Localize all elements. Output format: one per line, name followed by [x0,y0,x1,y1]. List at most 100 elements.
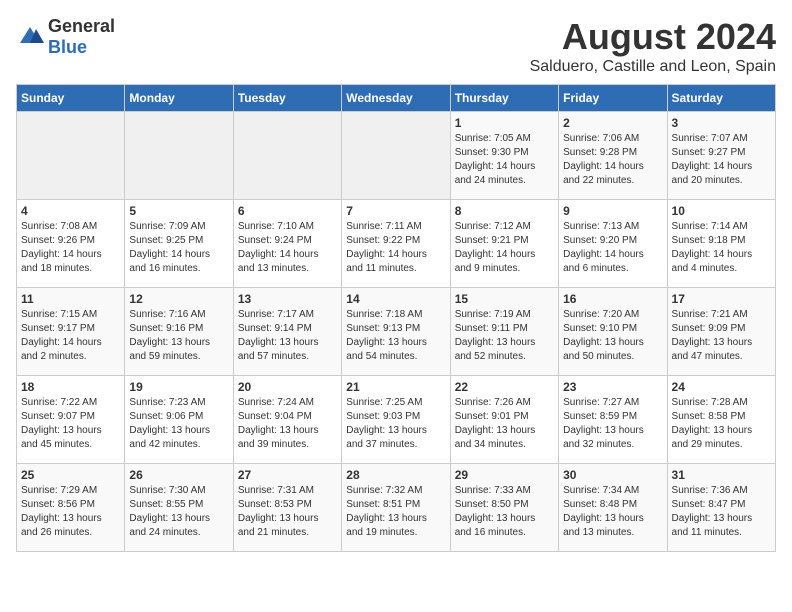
calendar-cell: 7 Sunrise: 7:11 AM Sunset: 9:22 PM Daylig… [342,200,450,288]
calendar-cell: 13 Sunrise: 7:17 AM Sunset: 9:14 PM Dayli… [233,288,341,376]
day-number: 23 [563,380,662,394]
calendar-table: SundayMondayTuesdayWednesdayThursdayFrid… [16,84,776,552]
logo-blue: Blue [48,37,87,57]
day-number: 6 [238,204,337,218]
calendar-cell [125,112,233,200]
logo-icon [16,23,44,51]
calendar-cell: 12 Sunrise: 7:16 AM Sunset: 9:16 PM Dayli… [125,288,233,376]
day-info: Sunrise: 7:24 AM Sunset: 9:04 PM Dayligh… [238,397,319,450]
calendar-cell: 29Sunrise: 7:33 AM Sunset: 8:50 PM Dayli… [450,464,558,552]
header-friday: Friday [559,85,667,112]
day-number: 20 [238,380,337,394]
day-info: Sunrise: 7:16 AM Sunset: 9:16 PM Dayligh… [129,309,210,362]
day-number: 30 [563,468,662,482]
day-number: 16 [563,292,662,306]
header-monday: Monday [125,85,233,112]
header-sunday: Sunday [17,85,125,112]
day-number: 7 [346,204,445,218]
header-thursday: Thursday [450,85,558,112]
day-info: Sunrise: 7:07 AM Sunset: 9:27 PM Dayligh… [672,133,753,186]
calendar-cell: 10Sunrise: 7:14 AM Sunset: 9:18 PM Dayli… [667,200,775,288]
day-info: Sunrise: 7:18 AM Sunset: 9:13 PM Dayligh… [346,309,427,362]
day-info: Sunrise: 7:29 AM Sunset: 8:56 PM Dayligh… [21,485,102,538]
title-block: August 2024 Salduero, Castille and Leon,… [530,16,776,76]
calendar-cell: 11Sunrise: 7:15 AM Sunset: 9:17 PM Dayli… [17,288,125,376]
day-info: Sunrise: 7:36 AM Sunset: 8:47 PM Dayligh… [672,485,753,538]
calendar-cell: 8 Sunrise: 7:12 AM Sunset: 9:21 PM Daylig… [450,200,558,288]
week-row-1: 4 Sunrise: 7:08 AM Sunset: 9:26 PM Daylig… [17,200,776,288]
day-number: 17 [672,292,771,306]
calendar-cell: 27 Sunrise: 7:31 AM Sunset: 8:53 PM Dayli… [233,464,341,552]
day-info: Sunrise: 7:13 AM Sunset: 9:20 PM Dayligh… [563,221,644,274]
day-number: 31 [672,468,771,482]
calendar-cell: 14 Sunrise: 7:18 AM Sunset: 9:13 PM Dayli… [342,288,450,376]
calendar-cell: 4 Sunrise: 7:08 AM Sunset: 9:26 PM Daylig… [17,200,125,288]
day-number: 4 [21,204,120,218]
day-info: Sunrise: 7:21 AM Sunset: 9:09 PM Dayligh… [672,309,753,362]
header-wednesday: Wednesday [342,85,450,112]
day-info: Sunrise: 7:17 AM Sunset: 9:14 PM Dayligh… [238,309,319,362]
calendar-cell: 28 Sunrise: 7:32 AM Sunset: 8:51 PM Dayli… [342,464,450,552]
calendar-cell: 24 Sunrise: 7:28 AM Sunset: 8:58 PM Dayli… [667,376,775,464]
day-number: 12 [129,292,228,306]
calendar-cell: 30 Sunrise: 7:34 AM Sunset: 8:48 PM Dayli… [559,464,667,552]
day-number: 22 [455,380,554,394]
day-number: 5 [129,204,228,218]
day-number: 18 [21,380,120,394]
day-info: Sunrise: 7:28 AM Sunset: 8:58 PM Dayligh… [672,397,753,450]
week-row-3: 18 Sunrise: 7:22 AM Sunset: 9:07 PM Dayli… [17,376,776,464]
day-info: Sunrise: 7:12 AM Sunset: 9:21 PM Dayligh… [455,221,536,274]
calendar-cell: 6Sunrise: 7:10 AM Sunset: 9:24 PM Daylig… [233,200,341,288]
calendar-cell: 31 Sunrise: 7:36 AM Sunset: 8:47 PM Dayli… [667,464,775,552]
calendar-cell: 20 Sunrise: 7:24 AM Sunset: 9:04 PM Dayli… [233,376,341,464]
day-number: 8 [455,204,554,218]
week-row-2: 11Sunrise: 7:15 AM Sunset: 9:17 PM Dayli… [17,288,776,376]
day-info: Sunrise: 7:22 AM Sunset: 9:07 PM Dayligh… [21,397,102,450]
calendar-cell: 16 Sunrise: 7:20 AM Sunset: 9:10 PM Dayli… [559,288,667,376]
day-info: Sunrise: 7:06 AM Sunset: 9:28 PM Dayligh… [563,133,644,186]
day-info: Sunrise: 7:31 AM Sunset: 8:53 PM Dayligh… [238,485,319,538]
calendar-cell: 25 Sunrise: 7:29 AM Sunset: 8:56 PM Dayli… [17,464,125,552]
day-info: Sunrise: 7:30 AM Sunset: 8:55 PM Dayligh… [129,485,210,538]
day-info: Sunrise: 7:20 AM Sunset: 9:10 PM Dayligh… [563,309,644,362]
day-number: 25 [21,468,120,482]
calendar-title: August 2024 [530,16,776,58]
day-info: Sunrise: 7:19 AM Sunset: 9:11 PM Dayligh… [455,309,536,362]
day-number: 10 [672,204,771,218]
calendar-body: 1 Sunrise: 7:05 AM Sunset: 9:30 PM Daylig… [17,112,776,552]
day-number: 24 [672,380,771,394]
calendar-cell: 23 Sunrise: 7:27 AM Sunset: 8:59 PM Dayli… [559,376,667,464]
day-number: 28 [346,468,445,482]
day-number: 2 [563,116,662,130]
day-info: Sunrise: 7:05 AM Sunset: 9:30 PM Dayligh… [455,133,536,186]
logo: General Blue [16,16,115,58]
calendar-cell: 17 Sunrise: 7:21 AM Sunset: 9:09 PM Dayli… [667,288,775,376]
calendar-subtitle: Salduero, Castille and Leon, Spain [530,58,776,76]
calendar-cell: 21 Sunrise: 7:25 AM Sunset: 9:03 PM Dayli… [342,376,450,464]
header-tuesday: Tuesday [233,85,341,112]
day-info: Sunrise: 7:26 AM Sunset: 9:01 PM Dayligh… [455,397,536,450]
day-number: 14 [346,292,445,306]
day-info: Sunrise: 7:08 AM Sunset: 9:26 PM Dayligh… [21,221,102,274]
day-info: Sunrise: 7:11 AM Sunset: 9:22 PM Dayligh… [346,221,427,274]
day-info: Sunrise: 7:23 AM Sunset: 9:06 PM Dayligh… [129,397,210,450]
calendar-cell: 19 Sunrise: 7:23 AM Sunset: 9:06 PM Dayli… [125,376,233,464]
calendar-cell: 18 Sunrise: 7:22 AM Sunset: 9:07 PM Dayli… [17,376,125,464]
calendar-cell: 9 Sunrise: 7:13 AM Sunset: 9:20 PM Daylig… [559,200,667,288]
day-info: Sunrise: 7:34 AM Sunset: 8:48 PM Dayligh… [563,485,644,538]
day-info: Sunrise: 7:27 AM Sunset: 8:59 PM Dayligh… [563,397,644,450]
calendar-cell: 2 Sunrise: 7:06 AM Sunset: 9:28 PM Daylig… [559,112,667,200]
calendar-cell: 3Sunrise: 7:07 AM Sunset: 9:27 PM Daylig… [667,112,775,200]
logo-general: General [48,16,115,36]
day-number: 19 [129,380,228,394]
day-number: 21 [346,380,445,394]
calendar-cell: 22 Sunrise: 7:26 AM Sunset: 9:01 PM Dayli… [450,376,558,464]
day-info: Sunrise: 7:25 AM Sunset: 9:03 PM Dayligh… [346,397,427,450]
day-number: 13 [238,292,337,306]
day-info: Sunrise: 7:32 AM Sunset: 8:51 PM Dayligh… [346,485,427,538]
calendar-header: SundayMondayTuesdayWednesdayThursdayFrid… [17,85,776,112]
day-number: 27 [238,468,337,482]
week-row-4: 25 Sunrise: 7:29 AM Sunset: 8:56 PM Dayli… [17,464,776,552]
day-number: 9 [563,204,662,218]
day-number: 1 [455,116,554,130]
